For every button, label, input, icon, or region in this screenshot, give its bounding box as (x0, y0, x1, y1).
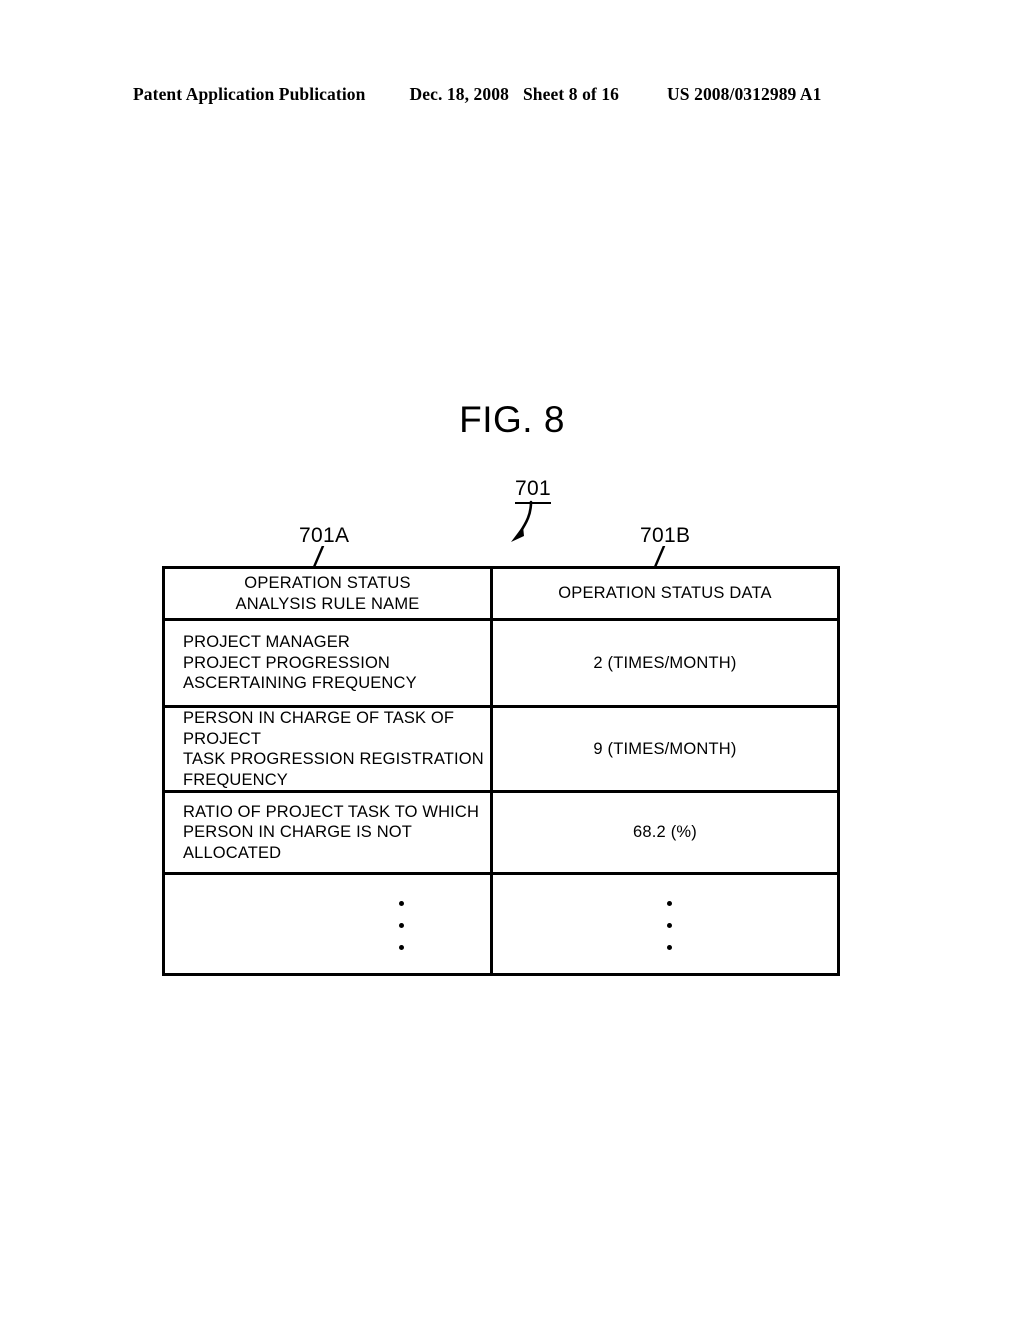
leader-line-701b-icon (653, 544, 671, 569)
column-header-rule-name-line-1: OPERATION STATUS (244, 574, 411, 592)
column-header-rule-name: OPERATION STATUS ANALYSIS RULE NAME (165, 569, 493, 618)
rule-name-cell: RATIO OF PROJECT TASK TO WHICH PERSON IN… (165, 793, 493, 872)
status-data-continuation-cell (493, 875, 837, 973)
patent-header: Patent Application Publication Dec. 18, … (133, 84, 893, 105)
operation-status-table: OPERATION STATUS ANALYSIS RULE NAME OPER… (162, 566, 840, 976)
rule-name-line: PROJECT MANAGER (183, 633, 350, 652)
rule-name-line: PROJECT PROGRESSION (183, 653, 390, 672)
rule-name-cell: PROJECT MANAGER PROJECT PROGRESSION ASCE… (165, 621, 493, 705)
rule-name-cell: PERSON IN CHARGE OF TASK OF PROJECT TASK… (165, 708, 493, 790)
reference-numeral-701b: 701B (640, 524, 691, 547)
status-data-value: 2 (TIMES/MONTH) (593, 653, 737, 672)
table-continuation-row (165, 875, 837, 973)
rule-name-line: ASCERTAINING FREQUENCY (183, 674, 417, 693)
status-data-cell: 68.2 (%) (493, 793, 837, 872)
reference-numeral-701a: 701A (299, 524, 350, 547)
rule-name-line: FREQUENCY (183, 770, 288, 789)
vertical-ellipsis-icon (666, 900, 672, 950)
vertical-ellipsis-icon (399, 900, 404, 950)
rule-name-line: PROJECT (183, 729, 262, 748)
leader-line-701a-icon (312, 544, 330, 569)
table-header-row: OPERATION STATUS ANALYSIS RULE NAME OPER… (165, 569, 837, 621)
publication-label: Patent Application Publication (133, 84, 366, 104)
status-data-cell: 9 (TIMES/MONTH) (493, 708, 837, 790)
rule-name-line: TASK PROGRESSION REGISTRATION (183, 750, 484, 768)
rule-name-continuation-cell (165, 875, 493, 973)
status-data-value: 68.2 (%) (633, 823, 697, 841)
table-row: PERSON IN CHARGE OF TASK OF PROJECT TASK… (165, 708, 837, 793)
column-header-status-data-label: OPERATION STATUS DATA (558, 584, 772, 602)
rule-name-line: PERSON IN CHARGE OF TASK OF (183, 709, 455, 727)
table-row: RATIO OF PROJECT TASK TO WHICH PERSON IN… (165, 793, 837, 875)
patent-number: US 2008/0312989 A1 (667, 84, 822, 104)
column-header-status-data: OPERATION STATUS DATA (493, 569, 837, 618)
rule-name-line: RATIO OF PROJECT TASK TO WHICH (183, 802, 480, 821)
sheet-number: Sheet 8 of 16 (522, 84, 620, 104)
reference-arrow-701-icon (505, 500, 545, 544)
column-header-rule-name-line-2: ANALYSIS RULE NAME (235, 594, 420, 613)
rule-name-line: ALLOCATED (183, 843, 282, 862)
figure-title: FIG. 8 (459, 399, 565, 440)
rule-name-line: PERSON IN CHARGE IS NOT (183, 823, 412, 842)
status-data-value: 9 (TIMES/MONTH) (593, 739, 737, 758)
publication-date: Dec. 18, 2008 (409, 84, 509, 104)
status-data-cell: 2 (TIMES/MONTH) (493, 621, 837, 705)
table-row: PROJECT MANAGER PROJECT PROGRESSION ASCE… (165, 621, 837, 708)
